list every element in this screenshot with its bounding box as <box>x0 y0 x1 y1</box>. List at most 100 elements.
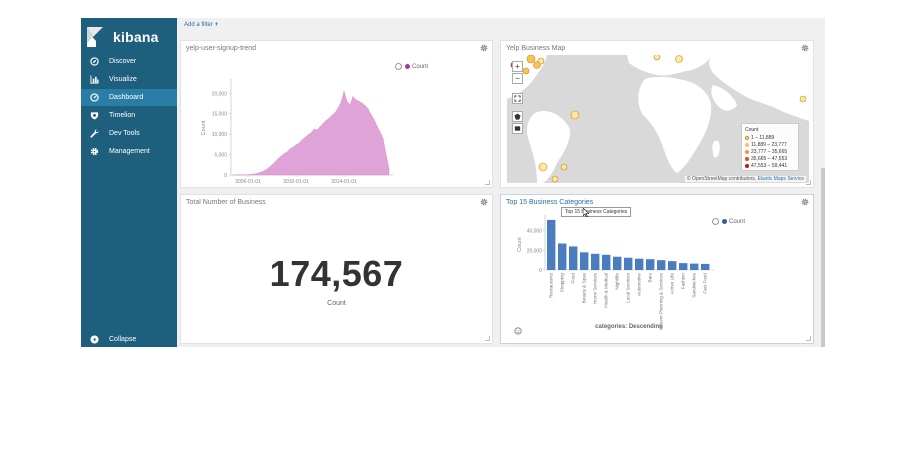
collapse-label: Collapse <box>109 336 137 343</box>
resize-handle[interactable] <box>806 336 811 341</box>
map-zoom-in-button[interactable]: + <box>512 61 523 72</box>
x-tick-label: 2010-01-01 <box>283 179 309 185</box>
data-point <box>262 170 264 172</box>
resize-handle[interactable] <box>485 180 490 185</box>
data-point <box>253 173 255 175</box>
y-tick-label: 20,000 <box>527 248 543 254</box>
legend-label: 47,553 – 59,441 <box>751 162 788 169</box>
bar-local-services <box>624 257 633 270</box>
y-tick-label: 10,000 <box>212 132 228 138</box>
resize-handle[interactable] <box>806 180 811 185</box>
legend-swatch <box>745 142 749 147</box>
bar-fashion <box>679 263 688 270</box>
x-tick-label: Nightlife <box>615 273 620 290</box>
sidebar-item-dev-tools[interactable]: Dev Tools <box>81 125 177 142</box>
data-point <box>373 119 375 120</box>
data-point <box>388 168 390 170</box>
map-legend-item: 35,665 – 47,553 <box>745 155 795 162</box>
bar-automotive <box>635 258 644 270</box>
shield-icon <box>89 111 99 121</box>
panel-signup-trend: yelp-user-signup-trend Count 0 5,000 10,00… <box>180 40 493 188</box>
bar-food <box>569 246 578 270</box>
panel-title: Total Number of Business <box>186 199 266 206</box>
data-point <box>286 151 288 153</box>
x-tick-label: Food <box>571 273 576 284</box>
world-map[interactable]: + − Count 1 – 11,889 11,889 – 23,777 23,… <box>507 55 809 183</box>
kibana-brand-text: kibana <box>113 29 159 45</box>
sidebar-item-label: Management <box>109 148 150 155</box>
data-point <box>289 148 291 150</box>
sidebar-item-label: Visualize <box>109 76 137 83</box>
legend-label: 11,889 – 23,777 <box>751 141 787 148</box>
sidebar-item-dashboard[interactable]: Dashboard <box>81 89 177 106</box>
x-tick-label: 2014-01-01 <box>331 179 357 185</box>
map-zoom-out-button[interactable]: − <box>512 73 523 84</box>
kibana-logo[interactable]: kibana <box>87 26 159 48</box>
sidebar-item-timelion[interactable]: Timelion <box>81 107 177 124</box>
bar-restaurants <box>547 219 556 270</box>
data-point <box>298 142 300 144</box>
data-point <box>382 137 384 139</box>
sidebar-item-visualize[interactable]: Visualize <box>81 71 177 88</box>
data-point <box>244 174 246 176</box>
attribution-separator: , <box>754 176 757 182</box>
tooltip: Top 15 Business Categories <box>561 207 632 217</box>
x-tick-label: Fashion <box>681 273 686 290</box>
sidebar-item-label: Dev Tools <box>109 130 140 137</box>
legend-swatch <box>745 135 749 140</box>
data-point <box>343 90 345 92</box>
data-point <box>301 139 303 141</box>
data-point <box>352 96 354 97</box>
legend-label: 23,777 – 35,665 <box>751 148 788 155</box>
data-point <box>283 153 285 155</box>
y-tick-label: 40,000 <box>527 229 543 235</box>
metric-label: Count <box>327 300 346 307</box>
page-scrollbar[interactable] <box>821 168 825 347</box>
rectangle-icon <box>514 126 521 131</box>
data-point <box>250 174 252 175</box>
data-point <box>331 114 333 116</box>
legend-label: 1 – 11,889 <box>751 134 775 141</box>
data-point <box>247 174 249 176</box>
map-legend: Count 1 – 11,889 11,889 – 23,777 23,777 … <box>741 123 799 171</box>
x-tick-label: Event Planning & Services <box>659 272 664 327</box>
map-draw-polygon-button[interactable] <box>512 111 523 122</box>
y-axis-label: Count <box>201 120 207 135</box>
data-point <box>310 132 312 134</box>
data-point <box>370 114 372 115</box>
plus-icon: + <box>214 22 219 28</box>
data-point <box>295 144 297 146</box>
x-tick-label: Beauty & Spas <box>582 272 587 303</box>
elastic-maps-link[interactable]: Elastic Maps Service <box>758 176 804 182</box>
add-filter-link[interactable]: Add a filter + <box>184 22 218 28</box>
attribution-text: © OpenStreetMap contributors <box>686 176 755 182</box>
legend-label: 35,665 – 47,553 <box>751 155 788 162</box>
data-point <box>322 123 324 124</box>
legend-swatch <box>745 156 749 161</box>
resize-handle[interactable] <box>485 336 490 341</box>
bar-health-medical <box>602 254 611 270</box>
gear-icon[interactable] <box>480 198 488 206</box>
data-point <box>355 99 357 101</box>
sidebar-collapse-button[interactable]: Collapse <box>81 331 177 347</box>
data-point <box>241 174 243 176</box>
x-tick-label: Fast Food <box>703 273 708 294</box>
map-draw-rectangle-button[interactable] <box>512 123 523 134</box>
legend-swatch <box>745 163 749 168</box>
data-point <box>379 131 381 133</box>
x-tick-label: Health & Medical <box>604 273 609 308</box>
dashboard-main: Add a filter + yelp-user-signup-trend Cou… <box>177 18 825 347</box>
map-fit-bounds-button[interactable] <box>512 93 523 104</box>
sidebar-item-management[interactable]: Management <box>81 143 177 160</box>
data-point <box>325 120 327 121</box>
data-point <box>265 169 267 171</box>
data-point <box>268 167 270 168</box>
data-point <box>271 164 273 166</box>
smiley-spy-icon[interactable] <box>514 327 522 335</box>
data-point <box>256 173 258 174</box>
y-axis-label: Count <box>517 237 523 252</box>
sidebar-item-discover[interactable]: Discover <box>81 53 177 70</box>
compass-icon <box>89 57 99 67</box>
map-legend-item: 11,889 – 23,777 <box>745 141 795 148</box>
gear-icon[interactable] <box>801 44 809 52</box>
